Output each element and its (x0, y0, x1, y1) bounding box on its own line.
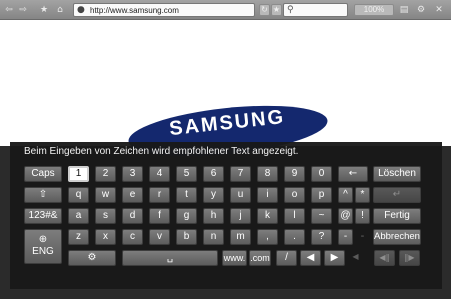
key-next-disabled: ‖▶ (399, 250, 420, 266)
forward-icon[interactable]: ⇨ (17, 4, 29, 16)
refresh-icon[interactable]: ↻ (259, 4, 270, 16)
key-prev-disabled: ◀‖ (374, 250, 395, 266)
previous-icon: ◀‖ (379, 253, 390, 262)
key-letter[interactable]: n (203, 229, 224, 245)
key-mode[interactable]: 123#& (24, 208, 62, 224)
key-letter[interactable]: q (68, 187, 89, 203)
key-minus[interactable]: - (338, 229, 353, 245)
next-icon: ‖▶ (404, 253, 415, 262)
search-icon: ⚲ (287, 5, 294, 15)
key-letter[interactable]: v (149, 229, 170, 245)
key-digit[interactable]: 2 (95, 166, 116, 182)
key-letter[interactable]: x (95, 229, 116, 245)
right-arrow-icon: ▶ (330, 252, 339, 263)
key-letter[interactable]: c (122, 229, 143, 245)
settings-icon: ⚙ (87, 252, 97, 263)
key-cursor-left-disabled: ◀ (348, 250, 363, 266)
key-at[interactable]: @ (338, 208, 353, 224)
key-digit[interactable]: 3 (122, 166, 143, 182)
url-icon: ● (77, 5, 85, 15)
url-text: http://www.samsung.com (90, 6, 179, 15)
home-icon[interactable]: ⌂ (54, 4, 66, 16)
left-arrow-icon: ◀ (306, 252, 315, 263)
key-tilde[interactable]: ~ (311, 208, 332, 224)
key-comma[interactable]: , (257, 229, 278, 245)
key-exclamation[interactable]: ! (355, 208, 370, 224)
web-page: SAMSUNG (0, 20, 451, 165)
key-question[interactable]: ? (311, 229, 332, 245)
zoom-level[interactable]: 100% (354, 4, 394, 16)
view-icon[interactable]: ▤ (398, 4, 410, 16)
key-cursor-left[interactable]: ◀ (300, 250, 321, 266)
key-enter[interactable]: ↵ (373, 187, 421, 203)
key-letter[interactable]: w (95, 187, 116, 203)
key-space[interactable]: ␣ (122, 250, 218, 266)
url-bar[interactable]: ● http://www.samsung.com (73, 3, 255, 17)
key-asterisk[interactable]: * (355, 187, 370, 203)
key-done[interactable]: Fertig (373, 208, 421, 224)
key-shift[interactable]: ⇧ (24, 187, 62, 203)
key-delete[interactable]: Löschen (373, 166, 421, 182)
key-settings[interactable]: ⚙ (68, 250, 116, 266)
key-slash[interactable]: / (276, 250, 297, 266)
enter-icon: ↵ (392, 189, 402, 200)
key-letter[interactable]: t (176, 187, 197, 203)
keyboard-hint: Beim Eingeben von Zeichen wird empfohlen… (24, 146, 299, 157)
key-digit[interactable]: 1 (68, 166, 89, 182)
key-www[interactable]: www. (222, 250, 247, 266)
key-letter[interactable]: k (257, 208, 278, 224)
key-caps[interactable]: Caps (24, 166, 62, 182)
close-icon[interactable]: ✕ (433, 4, 445, 16)
key-digit[interactable]: 8 (257, 166, 278, 182)
key-letter[interactable]: e (122, 187, 143, 203)
search-input[interactable]: ⚲ (283, 3, 348, 17)
key-digit[interactable]: 4 (149, 166, 170, 182)
key-digit[interactable]: 9 (284, 166, 305, 182)
back-icon[interactable]: ⇦ (3, 4, 15, 16)
key-letter[interactable]: a (68, 208, 89, 224)
key-letter[interactable]: p (311, 187, 332, 203)
key-letter[interactable]: z (68, 229, 89, 245)
key-cancel[interactable]: Abbrechen (373, 229, 421, 245)
backspace-icon: ← (348, 168, 358, 179)
key-letter[interactable]: d (122, 208, 143, 224)
key-minus-disabled: - (360, 230, 365, 242)
key-digit[interactable]: 7 (230, 166, 251, 182)
bookmark-icon[interactable]: ★ (271, 4, 282, 16)
key-letter[interactable]: o (284, 187, 305, 203)
key-letter[interactable]: l (284, 208, 305, 224)
browser-toolbar: ⇦ ⇨ ★ ⌂ ● http://www.samsung.com ↻ ★ ⚲ 1… (0, 0, 451, 20)
key-letter[interactable]: b (176, 229, 197, 245)
key-letter[interactable]: u (230, 187, 251, 203)
key-cursor-right[interactable]: ▶ (324, 250, 345, 266)
key-digit[interactable]: 0 (311, 166, 332, 182)
key-language[interactable]: ⊕ ENG (24, 229, 62, 264)
settings-icon[interactable]: ⚙ (415, 4, 427, 16)
space-icon: ␣ (166, 252, 174, 263)
key-letter[interactable]: s (95, 208, 116, 224)
shift-icon: ⇧ (38, 189, 48, 200)
left-arrow-icon: ◀ (352, 252, 359, 261)
key-dotcom[interactable]: .com (249, 250, 271, 266)
key-period[interactable]: . (284, 229, 305, 245)
key-letter[interactable]: h (203, 208, 224, 224)
key-letter[interactable]: m (230, 229, 251, 245)
logo-text: SAMSUNG (168, 106, 287, 141)
key-letter[interactable]: j (230, 208, 251, 224)
key-letter[interactable]: y (203, 187, 224, 203)
key-letter[interactable]: i (257, 187, 278, 203)
key-digit[interactable]: 5 (176, 166, 197, 182)
key-letter[interactable]: f (149, 208, 170, 224)
key-caret[interactable]: ^ (338, 187, 353, 203)
language-label: ENG (32, 246, 54, 257)
key-letter[interactable]: g (176, 208, 197, 224)
key-backspace[interactable]: ← (338, 166, 368, 182)
favorite-icon[interactable]: ★ (38, 4, 50, 16)
key-digit[interactable]: 6 (203, 166, 224, 182)
globe-icon: ⊕ (38, 234, 48, 245)
key-letter[interactable]: r (149, 187, 170, 203)
